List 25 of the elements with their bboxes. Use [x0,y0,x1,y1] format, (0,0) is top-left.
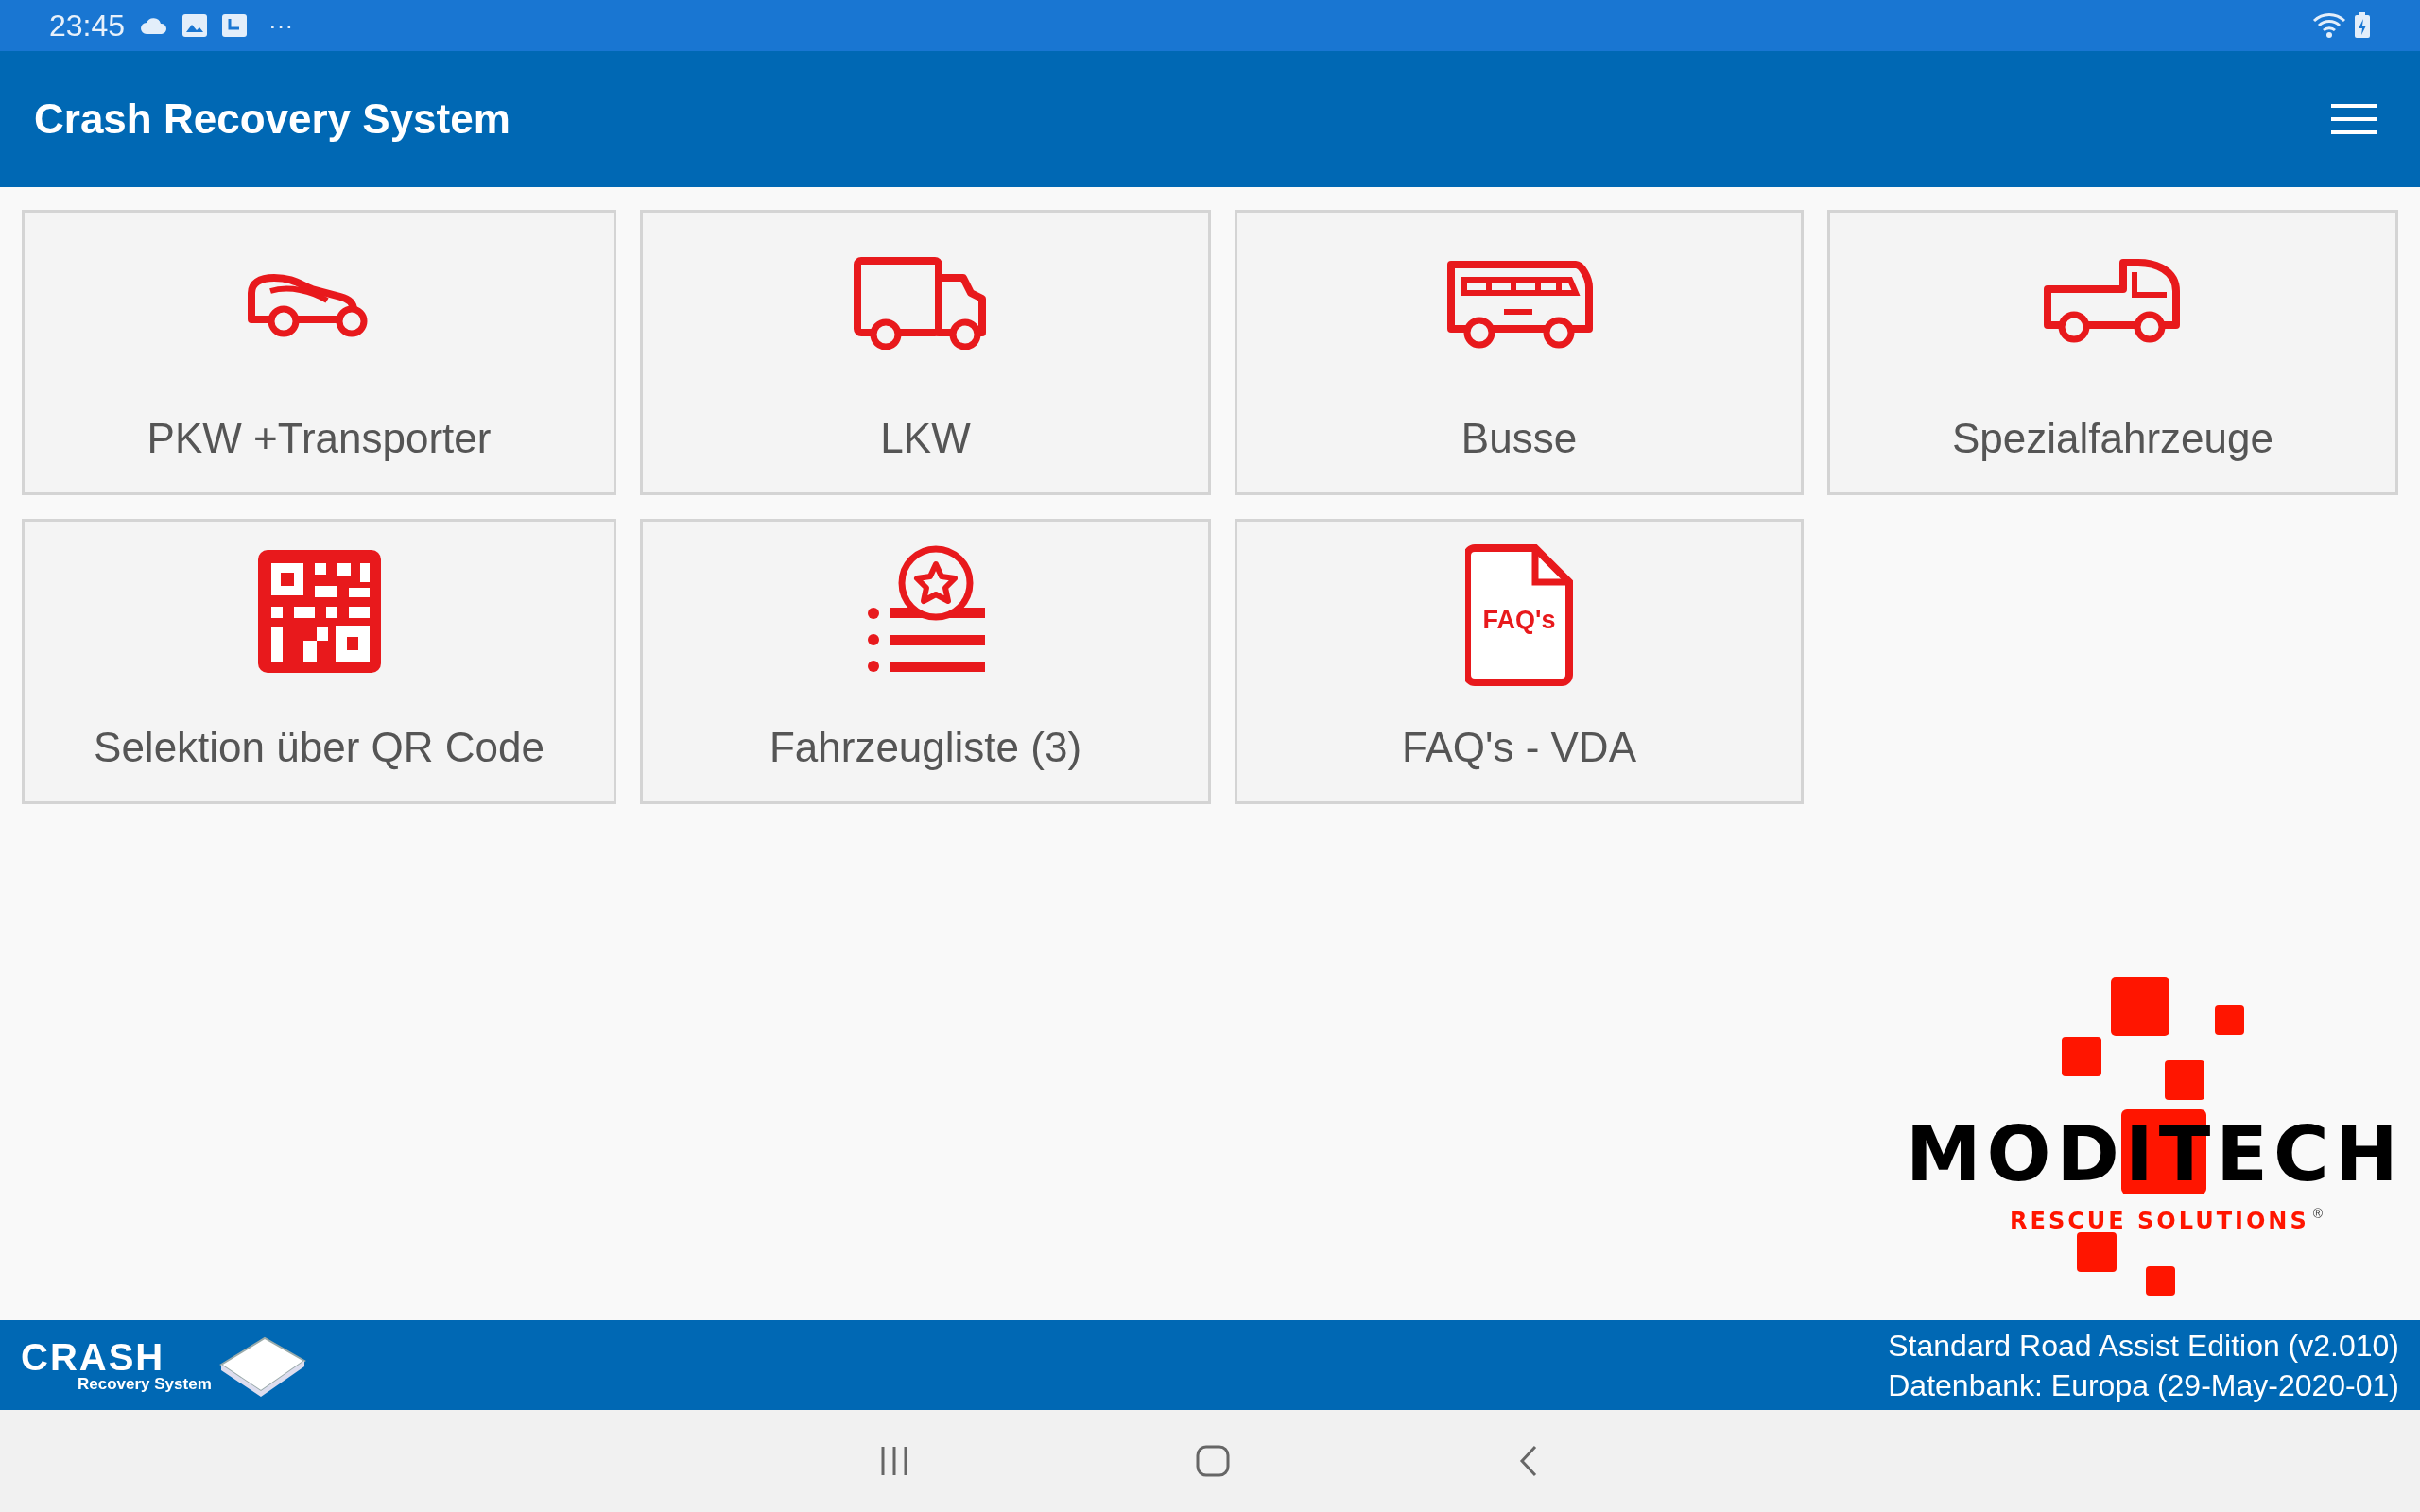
menu-tile[interactable]: Busse [1235,210,1804,495]
menu-tile[interactable]: Spezialfahrzeuge [1827,210,2398,495]
logo-tagline: RESCUE SOLUTIONS [2010,1207,2309,1236]
cloud-icon [140,16,169,35]
faq-document-icon: FAQ's [1465,544,1573,686]
edition-text: Standard Road Assist Edition (v2.010) [1888,1327,2399,1365]
home-button[interactable] [1195,1444,1231,1478]
more-notifications: ··· [268,9,294,42]
menu-tile[interactable]: Fahrzeugliste (3) [640,519,1211,804]
battery-icon [2354,12,2371,39]
image-icon [182,13,209,38]
menu-tile[interactable]: FAQ's FAQ's - VDA [1235,519,1804,804]
wifi-icon [2312,12,2346,39]
menu-icon[interactable] [2331,104,2377,134]
database-text: Datenbank: Europa (29-May-2020-01) [1888,1366,2399,1404]
menu-tile[interactable]: Selektion über QR Code [22,519,616,804]
registered-mark: ® [2312,1205,2324,1223]
qr-code-icon [257,550,381,673]
footer-logo-title: CRASH [21,1337,166,1376]
menu-tile[interactable]: PKW +Transporter [22,210,616,495]
status-time: 23:45 [49,8,126,44]
menu-tile[interactable]: LKW [640,210,1211,495]
app-title: Crash Recovery System [34,94,510,144]
footer-logo-subtitle: Recovery System [78,1375,212,1393]
screenshot-icon [221,13,249,38]
